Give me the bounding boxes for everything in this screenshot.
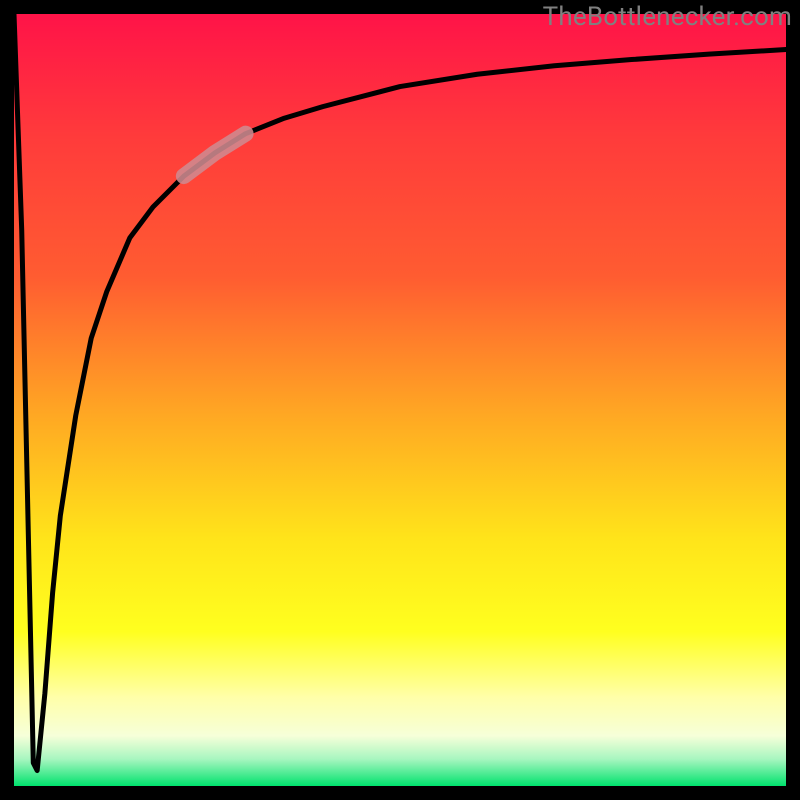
chart-canvas [0, 0, 800, 800]
bottleneck-chart [0, 0, 800, 800]
plot-background [14, 14, 786, 786]
site-watermark: TheBottlenecker.com [543, 2, 792, 32]
